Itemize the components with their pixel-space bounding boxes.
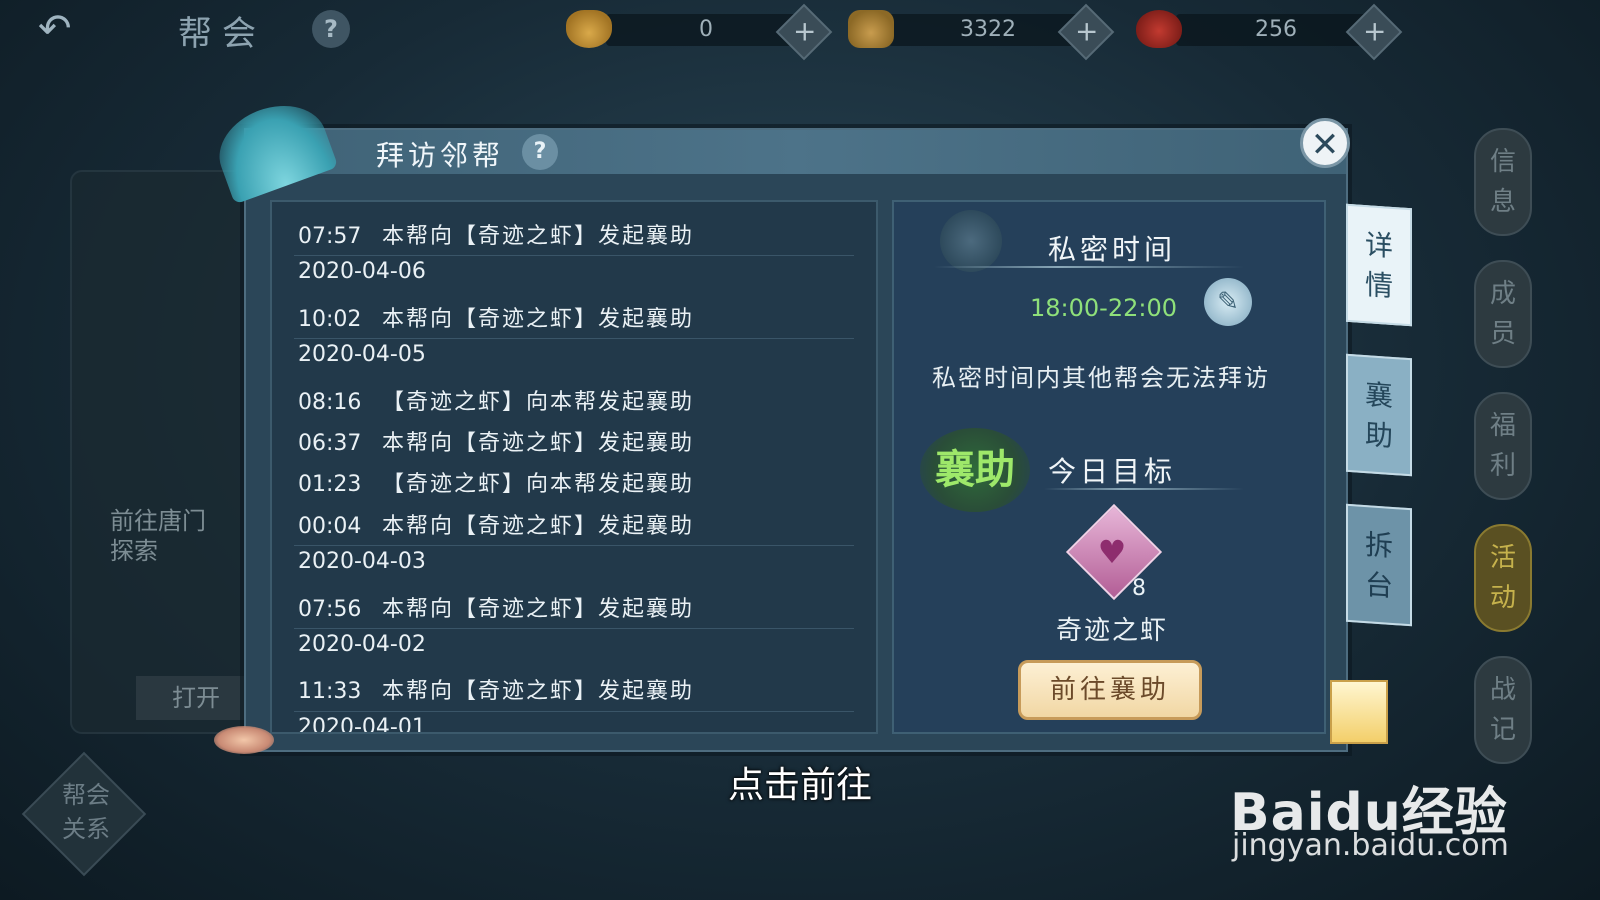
side-tab-battle-log[interactable]: 战 记: [1474, 656, 1532, 764]
private-time-value: 18:00-22:00: [1030, 294, 1177, 322]
log-entry: 00:04 本帮向【奇迹之虾】发起襄助: [298, 508, 694, 540]
target-count: 8: [1132, 576, 1146, 601]
side-tab-info[interactable]: 信 息: [1474, 128, 1532, 236]
log-message: 本帮向【奇迹之虾】发起襄助: [382, 679, 695, 705]
log-entry: 11:33 本帮向【奇迹之虾】发起襄助: [298, 673, 694, 705]
log-time: 07:56: [298, 596, 362, 622]
info-panel: 私密时间 18:00-22:00 ✎ 私密时间内其他帮会无法拜访 襄助 今日目标…: [892, 200, 1326, 734]
private-time-desc: 私密时间内其他帮会无法拜访: [932, 364, 1270, 392]
dialog-title: 拜访邻帮: [376, 139, 505, 172]
log-date: 2020-04-01: [298, 714, 426, 734]
edit-time-button[interactable]: ✎: [1204, 278, 1252, 326]
close-icon: ✕: [1310, 125, 1340, 165]
log-separator: [294, 255, 854, 257]
open-button[interactable]: 打开: [136, 676, 256, 720]
log-entry: 07:57 本帮向【奇迹之虾】发起襄助: [298, 218, 694, 250]
log-message: 本帮向【奇迹之虾】发起襄助: [382, 431, 695, 456]
goal-title: 今日目标: [1048, 455, 1177, 488]
log-message: 本帮向【奇迹之虾】发起襄助: [382, 513, 695, 539]
log-date: 2020-04-03: [298, 549, 426, 575]
lotus-decoration: [214, 726, 274, 754]
log-separator: [294, 710, 854, 712]
add-gold-button[interactable]: +: [775, 3, 833, 61]
dialog-tabs: 详 情 襄 助 拆 台: [1346, 203, 1420, 656]
log-message: 【奇迹之虾】向本帮发起襄助: [382, 472, 695, 498]
section-divider: [934, 266, 1244, 268]
tab-details[interactable]: 详 情: [1346, 203, 1412, 327]
lotus-icon: [940, 210, 1002, 272]
section-divider: [1044, 488, 1244, 490]
log-message: 本帮向【奇迹之虾】发起襄助: [382, 224, 695, 249]
visit-log-list[interactable]: 07:57 本帮向【奇迹之虾】发起襄助 2020-04-06 10:02 本帮向【奇迹之…: [270, 200, 878, 734]
goto-tangmen-link[interactable]: 前往唐门 探索: [110, 506, 206, 566]
assist-badge: 襄助: [920, 428, 1030, 512]
log-time: 01:23: [298, 472, 362, 498]
log-time: 08:16: [298, 389, 362, 415]
log-time: 07:57: [298, 224, 362, 249]
top-bar: ↶ 帮会 ? 0 + 3322 + 256 +: [0, 0, 1600, 64]
log-time: 00:04: [298, 513, 362, 539]
log-entry: 07:56 本帮向【奇迹之虾】发起襄助: [298, 591, 694, 623]
visit-neighbor-dialog: 拜访邻帮 ? ✕ 07:57 本帮向【奇迹之虾】发起襄助 2020-04-06 10:…: [207, 91, 1350, 752]
side-tab-members[interactable]: 成 员: [1474, 260, 1532, 368]
back-button[interactable]: ↶: [38, 6, 108, 52]
log-separator: [294, 338, 854, 340]
dialog-help-button[interactable]: ?: [522, 134, 558, 170]
side-tabs: 信 息 成 员 福 利 活 动 战 记: [1474, 128, 1536, 788]
log-time: 10:02: [298, 306, 362, 332]
log-separator: [294, 628, 854, 629]
log-message: 【奇迹之虾】向本帮发起襄助: [382, 389, 695, 415]
go-assist-button[interactable]: 前往襄助: [1018, 660, 1202, 720]
side-tab-activity[interactable]: 活 动: [1474, 524, 1532, 632]
log-separator: [294, 545, 854, 547]
add-silver-button[interactable]: +: [1057, 3, 1115, 61]
undo-arrow-icon: ↶: [38, 6, 72, 52]
log-entry: 01:23 【奇迹之虾】向本帮发起襄助: [298, 466, 694, 498]
help-button[interactable]: ?: [312, 10, 350, 48]
target-guild-name: 奇迹之虾: [1056, 616, 1169, 646]
log-date: 2020-04-06: [298, 259, 426, 285]
log-entry: 06:37 本帮向【奇迹之虾】发起襄助: [298, 425, 694, 457]
log-entry: 08:16 【奇迹之虾】向本帮发起襄助: [298, 384, 694, 416]
heart-icon: ♥: [1097, 533, 1127, 571]
log-time: 06:37: [298, 431, 362, 456]
log-message: 本帮向【奇迹之虾】发起襄助: [382, 596, 695, 622]
tab-assist[interactable]: 襄 助: [1346, 353, 1412, 477]
brush-icon: ✎: [1217, 287, 1239, 317]
log-time: 11:33: [298, 679, 362, 705]
add-pouch-button[interactable]: +: [1345, 3, 1403, 61]
tab-sabotage[interactable]: 拆 台: [1346, 503, 1412, 627]
close-button[interactable]: ✕: [1300, 118, 1350, 168]
log-entry: 10:02 本帮向【奇迹之虾】发起襄助: [298, 301, 694, 333]
log-date: 2020-04-05: [298, 342, 426, 368]
private-time-title: 私密时间: [1048, 233, 1177, 266]
watermark-url: jingyan.baidu.com: [1232, 828, 1509, 863]
log-date: 2020-04-02: [298, 632, 426, 657]
side-tab-welfare[interactable]: 福 利: [1474, 392, 1532, 500]
lantern-decoration: [1330, 680, 1388, 744]
log-message: 本帮向【奇迹之虾】发起襄助: [382, 306, 695, 332]
page-title: 帮会: [178, 14, 266, 54]
